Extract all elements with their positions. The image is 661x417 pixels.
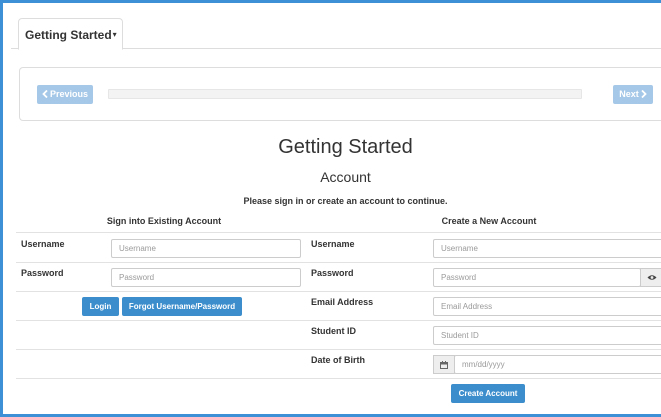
show-password-toggle[interactable] (640, 268, 661, 287)
create-account-button[interactable]: Create Account (451, 384, 525, 403)
tab-strip: Getting Started▾ (11, 16, 661, 50)
divider (16, 262, 661, 263)
create-email-input[interactable] (433, 297, 661, 316)
page-title: Getting Started (278, 136, 413, 158)
create-dob-label: Date of Birth (311, 355, 365, 365)
app-frame: Getting Started▾ Previous Next Getting S… (0, 0, 661, 417)
create-email-label: Email Address (311, 297, 374, 307)
chevron-right-icon (641, 89, 647, 99)
signin-password-input[interactable] (111, 268, 301, 287)
calendar-icon (440, 360, 448, 369)
create-password-input[interactable] (433, 268, 641, 287)
wizard-nav-panel: Previous Next (19, 67, 661, 121)
previous-button[interactable]: Previous (37, 85, 93, 104)
create-student-id-label: Student ID (311, 326, 356, 336)
previous-label: Previous (49, 89, 89, 99)
next-button[interactable]: Next (613, 85, 653, 104)
create-password-label: Password (311, 268, 354, 278)
create-student-id-input[interactable] (433, 326, 661, 345)
create-username-input[interactable] (433, 239, 661, 258)
divider (16, 232, 661, 233)
forgot-credentials-button[interactable]: Forgot Username/Password (122, 297, 242, 316)
chevron-left-icon (42, 89, 48, 99)
divider (16, 349, 661, 350)
divider (16, 378, 661, 379)
create-username-label: Username (311, 239, 355, 249)
calendar-addon[interactable] (433, 355, 455, 374)
divider (16, 291, 661, 292)
login-button[interactable]: Login (82, 297, 119, 316)
signin-password-label: Password (21, 268, 64, 278)
page-instruction: Please sign in or create an account to c… (243, 196, 448, 206)
wizard-progress-bar (108, 89, 582, 99)
eye-icon (647, 275, 657, 281)
tab-getting-started[interactable]: Getting Started▾ (18, 18, 123, 50)
create-dob-input[interactable] (454, 355, 661, 374)
signin-heading: Sign into Existing Account (106, 216, 222, 226)
next-label: Next (619, 89, 639, 99)
page-subtitle: Account (320, 169, 371, 185)
divider (16, 320, 661, 321)
signin-username-input[interactable] (111, 239, 301, 258)
caret-down-icon: ▾ (112, 30, 117, 39)
signin-username-label: Username (21, 239, 65, 249)
tab-label: Getting Started (25, 28, 112, 42)
create-heading: Create a New Account (441, 216, 537, 226)
